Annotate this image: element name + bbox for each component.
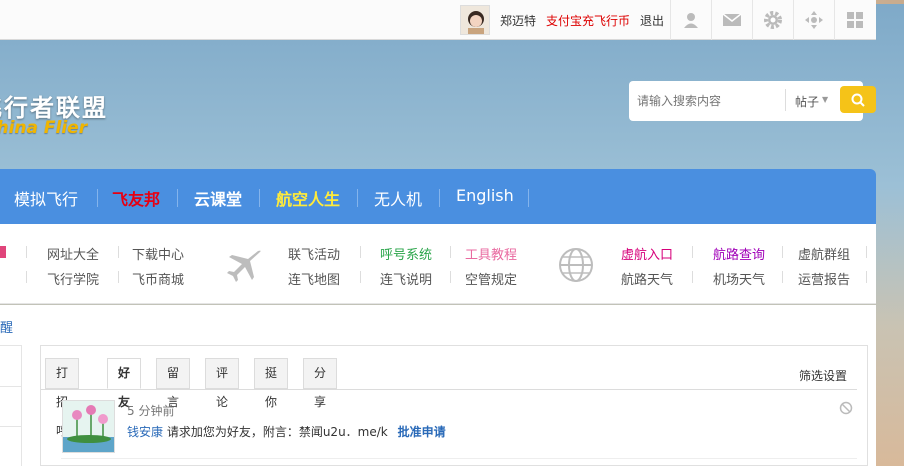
search-button[interactable] [840,86,876,113]
sub-nav-link[interactable]: 网址大全 [47,244,99,263]
tab-share[interactable]: 分享 [303,358,338,409]
sub-nav-link[interactable]: 飞币商城 [132,269,184,288]
sub-nav-divider [450,271,451,283]
nav-item-sim-flight[interactable]: 模拟飞行 [14,186,78,210]
nav-divider [97,189,98,207]
move-icon[interactable] [793,0,833,40]
sub-nav-divider [692,271,693,283]
search-divider [785,89,786,111]
logout-link[interactable]: 退出 [640,12,664,29]
tab-label: 分享 [314,366,327,409]
sidebar-divider [0,386,22,387]
sub-nav-link[interactable]: 虚航入口 [621,244,673,263]
user-avatar[interactable] [460,5,490,35]
filter-settings-link[interactable]: 筛选设置 [799,367,847,384]
globe-icon [559,248,593,282]
sub-nav-divider [782,271,783,283]
main-content: 醒 打招呼 好友 留言 评论 挺你 分享 筛选设置 [0,305,876,466]
sub-nav: 网址大全 飞行学院 下载中心 飞币商城 联飞活动 连飞地图 呼号系统 连飞说明 … [0,224,876,304]
sub-nav-divider [26,271,27,283]
sub-nav-divider [450,246,451,258]
left-sidebar-edge [0,345,22,466]
profile-icon[interactable] [670,0,710,40]
sub-nav-divider [118,271,119,283]
sub-nav-cut-item [0,246,6,258]
sub-nav-divider [692,246,693,258]
top-bar: 郑迈特 支付宝充飞行币 退出 [0,0,876,40]
chevron-down-icon[interactable]: ▼ [822,95,828,104]
user-name-link[interactable]: 郑迈特 [500,12,536,29]
avatar[interactable] [62,400,115,453]
main-nav: 模拟飞行 飞友邦 云课堂 航空人生 无人机 English [0,169,876,224]
tab-label: 挺你 [265,366,278,409]
tab-comments[interactable]: 评论 [205,358,240,409]
sub-nav-link[interactable]: 空管规定 [465,269,517,288]
nav-divider [177,189,178,207]
nav-divider [259,189,260,207]
alipay-recharge-link[interactable]: 支付宝充飞行币 [546,12,630,29]
site-logo-english[interactable]: China Flier [0,118,87,138]
sub-nav-link[interactable]: 飞行学院 [47,269,99,288]
sub-nav-link[interactable]: 航路查询 [713,244,765,263]
notification-user-link[interactable]: 钱安康 [127,425,163,439]
breadcrumb[interactable]: 醒 [0,317,13,336]
sub-nav-divider [782,246,783,258]
sub-nav-divider [118,246,119,258]
notification-text: 钱安康 请求加您为好友，附言：禁闻u2u．me/k 批准申请 [127,423,446,440]
search-box: 帖子 ▼ [629,81,863,121]
nav-divider [528,189,529,207]
tab-label: 评论 [216,366,229,409]
nav-item-aviation-life[interactable]: 航空人生 [276,186,340,210]
sub-nav-divider [866,246,867,258]
nav-item-drone[interactable]: 无人机 [374,186,422,210]
grid-icon[interactable] [834,0,874,40]
nav-item-cloud-class[interactable]: 云课堂 [194,186,242,210]
sub-nav-link[interactable]: 下载中心 [132,244,184,263]
sub-nav-link[interactable]: 运营报告 [798,269,850,288]
sub-nav-link[interactable]: 连飞说明 [380,269,432,288]
sub-nav-link[interactable]: 连飞地图 [288,269,340,288]
sub-nav-divider [360,246,361,258]
tab-support[interactable]: 挺你 [254,358,289,409]
tabs-baseline [41,389,857,390]
tab-friends[interactable]: 好友 [107,358,142,409]
sub-nav-link[interactable]: 机场天气 [713,269,765,288]
sub-nav-link[interactable]: 虚航群组 [798,244,850,263]
nav-item-feiyoubang[interactable]: 飞友邦 [112,186,160,210]
sidebar-divider [0,426,22,427]
nav-item-english[interactable]: English [456,186,514,205]
sub-nav-link[interactable]: 联飞活动 [288,244,340,263]
notification-message: 请求加您为好友，附言：禁闻u2u．me/k [163,425,392,439]
tab-messages[interactable]: 留言 [156,358,191,409]
sub-nav-divider [866,271,867,283]
approve-request-link[interactable]: 批准申请 [398,425,446,439]
nav-divider [439,189,440,207]
mail-icon[interactable] [711,0,751,40]
sub-nav-divider [360,271,361,283]
airplane-icon [227,250,261,282]
notification-panel: 打招呼 好友 留言 评论 挺你 分享 筛选设置 5 分钟前 钱安康 请求加您为好… [40,345,868,466]
ignore-icon[interactable] [839,401,853,415]
sub-nav-link[interactable]: 呼号系统 [380,244,432,263]
sub-nav-link[interactable]: 航路天气 [621,269,673,288]
sub-nav-divider [26,246,27,258]
sub-nav-link[interactable]: 工具教程 [465,244,517,263]
search-scope-select[interactable]: 帖子 [795,93,819,110]
gear-icon[interactable] [752,0,792,40]
nav-divider [357,189,358,207]
search-input[interactable] [637,89,787,113]
notification-divider [61,458,857,459]
tab-greet[interactable]: 打招呼 [45,358,80,438]
search-icon [851,93,865,107]
notification-time: 5 分钟前 [127,404,175,418]
